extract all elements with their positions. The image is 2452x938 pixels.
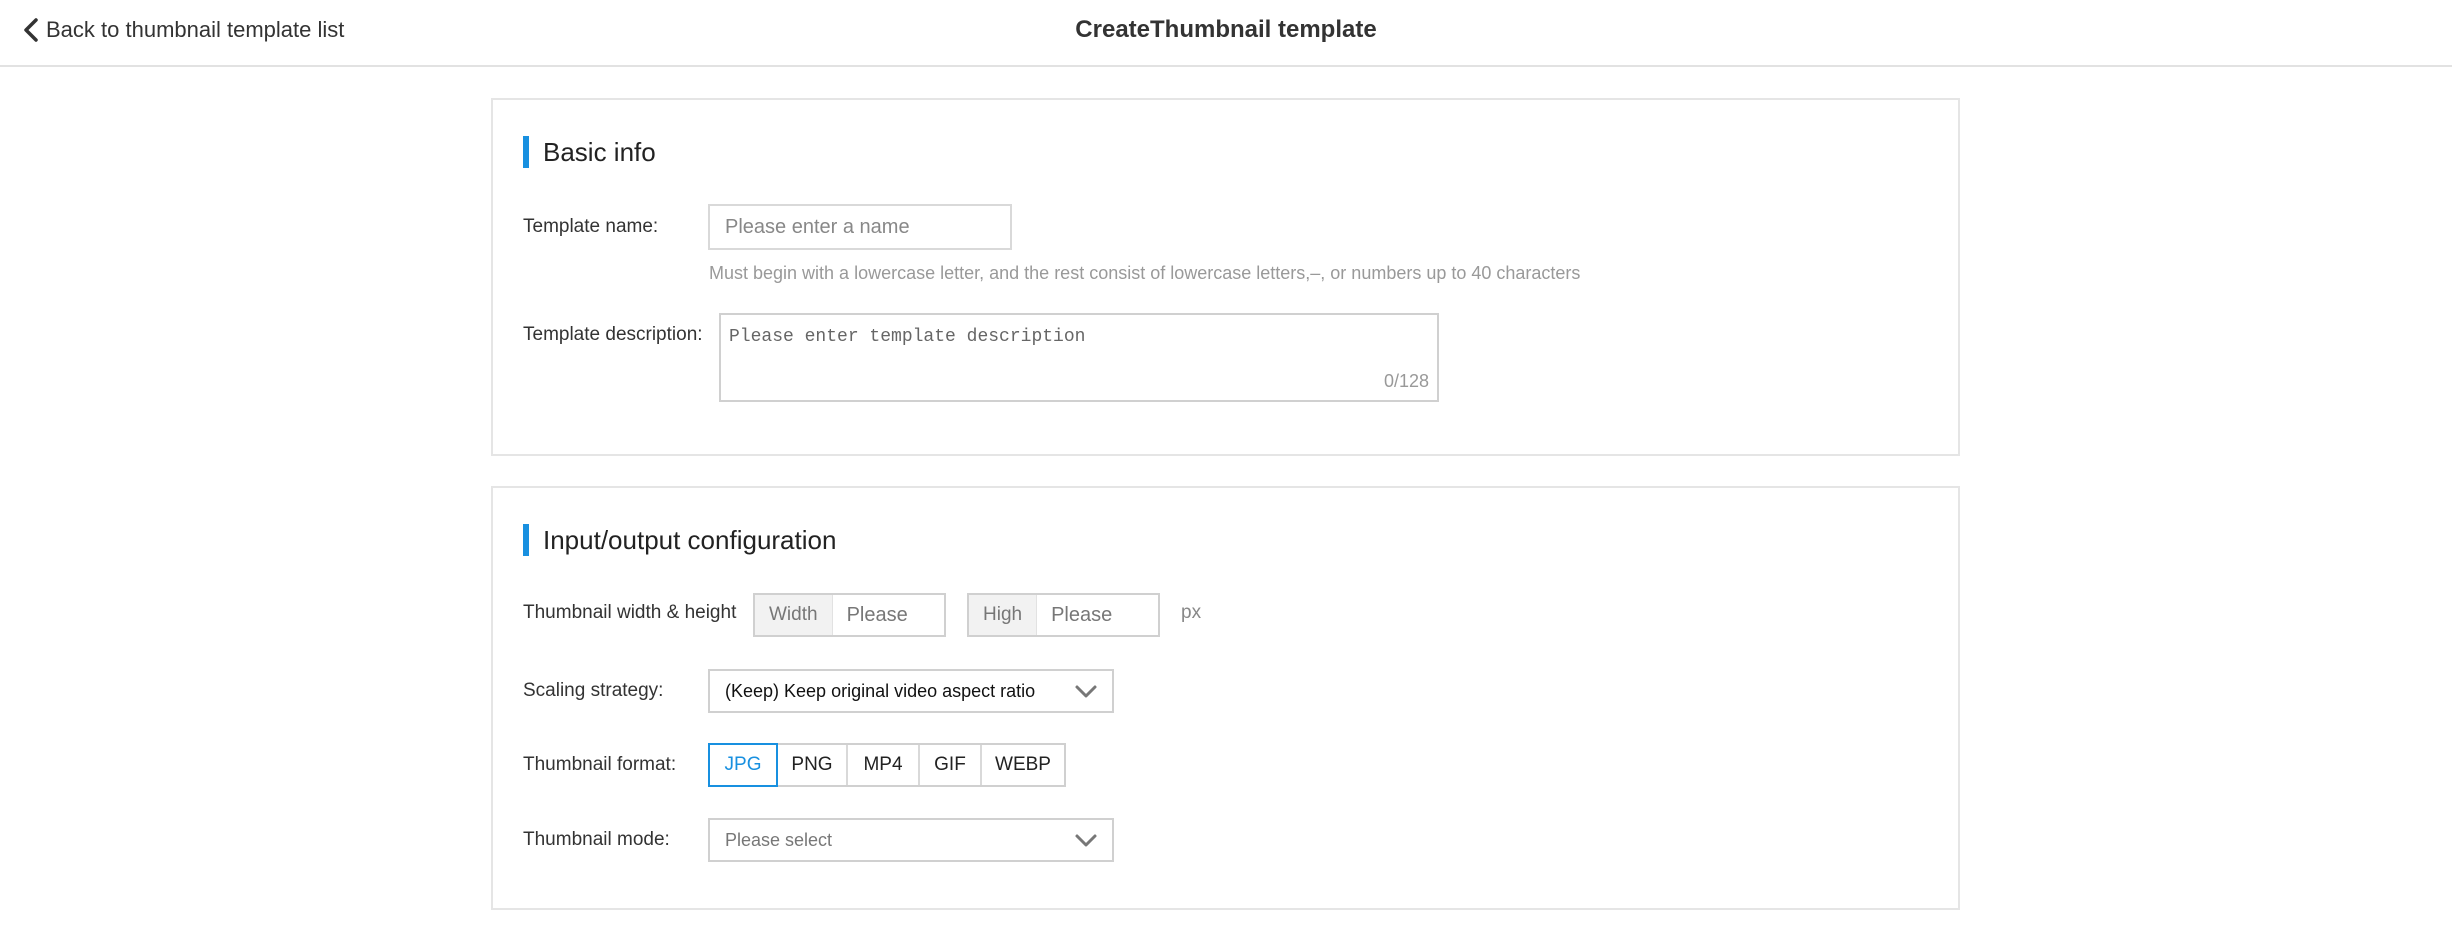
- section-title-text: Basic info: [543, 136, 656, 167]
- height-input[interactable]: [1037, 595, 1158, 635]
- width-prefix: Width: [755, 595, 833, 635]
- unit-label: px: [1181, 602, 1202, 623]
- format-option-jpg[interactable]: JPG: [708, 743, 778, 787]
- top-bar: Back to thumbnail template list CreateTh…: [0, 0, 2452, 67]
- io-config-section-title: Input/output configuration: [523, 524, 836, 556]
- character-counter: 0/128: [1383, 371, 1429, 391]
- scaling-strategy-value: (Keep) Keep original video aspect ratio: [725, 680, 1036, 701]
- thumbnail-mode-placeholder: Please select: [725, 829, 833, 850]
- template-name-hint: Must begin with a lowercase letter, and …: [709, 263, 1581, 283]
- width-field: Width: [753, 593, 946, 637]
- template-description-label: Template description:: [523, 324, 703, 345]
- chevron-down-icon: [1075, 685, 1097, 698]
- height-field: High: [967, 593, 1160, 637]
- page-title: CreateThumbnail template: [1075, 16, 1377, 43]
- template-description-input[interactable]: [721, 315, 1437, 400]
- chevron-down-icon: [1075, 834, 1097, 847]
- io-config-card: Input/output configuration Thumbnail wid…: [491, 486, 1960, 910]
- template-name-label: Template name:: [523, 216, 659, 237]
- thumbnail-size-label: Thumbnail width & height: [523, 602, 737, 623]
- section-title-text: Input/output configuration: [543, 524, 837, 555]
- basic-info-card: Basic info Template name: Must begin wit…: [491, 98, 1960, 456]
- thumbnail-format-selector: JPG PNG MP4 GIF WEBP: [708, 743, 1066, 787]
- template-description-box: 0/128: [719, 313, 1439, 402]
- format-option-png[interactable]: PNG: [776, 745, 846, 785]
- height-prefix: High: [969, 595, 1038, 635]
- width-input[interactable]: [832, 595, 944, 635]
- format-option-mp4[interactable]: MP4: [846, 745, 918, 785]
- basic-info-section-title: Basic info: [523, 136, 656, 168]
- scaling-strategy-label: Scaling strategy:: [523, 680, 664, 701]
- thumbnail-format-label: Thumbnail format:: [523, 754, 677, 775]
- section-accent-bar: [523, 524, 529, 556]
- section-accent-bar: [523, 136, 529, 168]
- format-option-webp[interactable]: WEBP: [980, 745, 1064, 785]
- template-name-input[interactable]: [708, 204, 1012, 250]
- format-option-gif[interactable]: GIF: [918, 745, 980, 785]
- thumbnail-mode-select[interactable]: Please select: [708, 818, 1114, 862]
- scaling-strategy-select[interactable]: (Keep) Keep original video aspect ratio: [708, 669, 1114, 713]
- thumbnail-mode-label: Thumbnail mode:: [523, 829, 670, 850]
